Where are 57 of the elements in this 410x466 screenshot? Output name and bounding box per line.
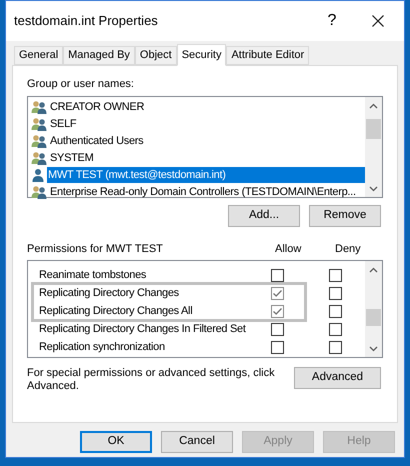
user-name: Authenticated Users (49, 134, 144, 149)
scroll-down-icon[interactable] (369, 186, 378, 192)
scroll-up-icon[interactable] (369, 102, 378, 108)
tab[interactable]: Attribute Editor (226, 46, 310, 65)
advanced-hint: For special permissions or advanced settings, click Advanced. (27, 367, 276, 393)
action-button[interactable]: Add... (228, 204, 300, 226)
permission-name: Replicating Directory Changes In Filtered Set (38, 322, 247, 337)
dialog-button[interactable]: OK (80, 431, 152, 453)
dialog-button[interactable]: Cancel (161, 431, 233, 453)
advanced-button[interactable]: Advanced (294, 367, 381, 389)
scrollbar[interactable] (365, 261, 382, 357)
close-icon (372, 15, 384, 27)
tab[interactable]: Managed By (63, 46, 135, 65)
users-icon (31, 117, 47, 131)
scroll-thumb[interactable] (366, 309, 381, 326)
users-icon (31, 100, 47, 114)
checkbox[interactable] (328, 286, 342, 300)
user-name: CREATOR OWNER (49, 100, 146, 115)
scroll-thumb[interactable] (366, 118, 381, 138)
group-label: Group or user names: (27, 77, 135, 92)
user-list-item[interactable]: Enterprise Read-only Domain Controllers (TESTDOMAIN\Enterp... (31, 184, 365, 200)
users-icon (31, 134, 47, 148)
column-header: Deny (335, 242, 362, 256)
checkbox[interactable] (270, 304, 284, 318)
permissions-label: Permissions for MWT TEST (27, 242, 164, 256)
checkbox[interactable] (328, 340, 342, 354)
user-icon (31, 168, 45, 182)
permission-name: Reanimate tombstones (38, 268, 148, 283)
user-list-item[interactable]: SYSTEM (31, 150, 365, 166)
users-icon (31, 185, 47, 199)
tab[interactable]: Object (134, 46, 177, 65)
user-list-item[interactable]: Authenticated Users (31, 132, 365, 150)
user-name: SELF (49, 116, 78, 132)
checkbox[interactable] (328, 304, 342, 318)
scroll-up-icon[interactable] (369, 267, 378, 273)
column-header: Allow (275, 242, 302, 256)
checkbox[interactable] (270, 268, 284, 282)
help-button[interactable]: ? (309, 1, 355, 41)
checkbox[interactable] (328, 268, 342, 282)
scrollbar[interactable] (365, 96, 382, 196)
window-title: testdomain.int Properties (14, 12, 158, 30)
action-button[interactable]: Remove (309, 204, 381, 226)
tab[interactable]: Security (176, 44, 226, 66)
user-name: Enterprise Read-only Domain Controllers (TESTDOMAIN\Enterp... (49, 184, 357, 200)
checkbox[interactable] (270, 322, 284, 336)
checkbox[interactable] (270, 286, 284, 300)
user-list-item[interactable]: CREATOR OWNER (31, 98, 365, 116)
user-name: SYSTEM (49, 150, 94, 166)
permission-name: Replicating Directory Changes All (38, 304, 194, 319)
checkbox[interactable] (328, 322, 342, 336)
tab[interactable]: General (14, 46, 64, 65)
scroll-down-icon[interactable] (369, 346, 378, 352)
permission-name: Replicating Directory Changes (38, 286, 180, 301)
user-list-item[interactable]: SELF (31, 116, 365, 132)
users-icon (31, 151, 47, 165)
checkbox[interactable] (270, 340, 284, 354)
permission-name: Replication synchronization (38, 340, 166, 355)
